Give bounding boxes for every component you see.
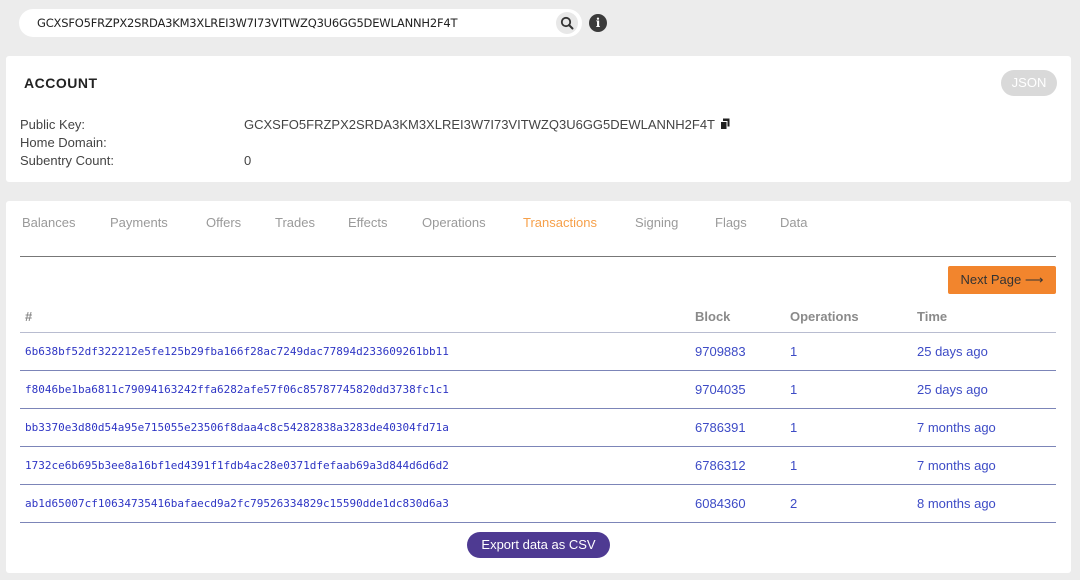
transactions-table: # Block Operations Time 6b638bf52df32221… (20, 301, 1056, 523)
tab-transactions[interactable]: Transactions (523, 215, 597, 230)
operations-count: 2 (785, 484, 912, 523)
table-row: ab1d65007cf10634735416bafaecd9a2fc795263… (20, 484, 1056, 523)
search-icon (560, 16, 574, 30)
tab-offers[interactable]: Offers (206, 215, 241, 230)
table-row: f8046be1ba6811c79094163242ffa6282afe57f0… (20, 370, 1056, 409)
header-time: Time (912, 301, 1056, 333)
search-button[interactable] (556, 12, 578, 34)
time-link[interactable]: 7 months ago (912, 446, 1056, 485)
transaction-hash-link[interactable]: f8046be1ba6811c79094163242ffa6282afe57f0… (20, 370, 690, 409)
block-link[interactable]: 6786312 (690, 446, 785, 485)
time-link[interactable]: 25 days ago (912, 370, 1056, 409)
account-title: ACCOUNT (24, 75, 98, 91)
subentry-count-label: Subentry Count: (20, 153, 114, 168)
transaction-hash-link[interactable]: ab1d65007cf10634735416bafaecd9a2fc795263… (20, 484, 690, 523)
search-input[interactable] (19, 9, 549, 37)
tab-bar: Balances Payments Offers Trades Effects … (20, 215, 1056, 257)
table-row: 1732ce6b695b3ee8a16bf1ed4391f1fdb4ac28e0… (20, 446, 1056, 485)
public-key-value: GCXSFO5FRZPX2SRDA3KM3XLREI3W7I73VITWZQ3U… (244, 117, 716, 132)
time-link[interactable]: 25 days ago (912, 332, 1056, 371)
account-card: ACCOUNT JSON Public Key: GCXSFO5FRZPX2SR… (6, 56, 1071, 182)
operations-count: 1 (785, 446, 912, 485)
search-bar (19, 9, 582, 37)
table-header-row: # Block Operations Time (20, 301, 1056, 333)
tab-payments[interactable]: Payments (110, 215, 168, 230)
info-icon[interactable]: i (589, 14, 607, 32)
transaction-hash-link[interactable]: 1732ce6b695b3ee8a16bf1ed4391f1fdb4ac28e0… (20, 446, 690, 485)
operations-count: 1 (785, 408, 912, 447)
operations-count: 1 (785, 370, 912, 409)
header-hash: # (20, 301, 690, 333)
table-row: 6b638bf52df322212e5fe125b29fba166f28ac72… (20, 332, 1056, 371)
json-button[interactable]: JSON (1001, 70, 1057, 96)
block-link[interactable]: 6084360 (690, 484, 785, 523)
tab-operations[interactable]: Operations (422, 215, 486, 230)
home-domain-label: Home Domain: (20, 135, 107, 150)
tab-data[interactable]: Data (780, 215, 807, 230)
time-link[interactable]: 8 months ago (912, 484, 1056, 523)
subentry-count-value: 0 (244, 153, 252, 168)
tab-flags[interactable]: Flags (715, 215, 747, 230)
block-link[interactable]: 9709883 (690, 332, 785, 371)
operations-count: 1 (785, 332, 912, 371)
account-details-card: Balances Payments Offers Trades Effects … (6, 201, 1071, 573)
public-key-label: Public Key: (20, 117, 86, 132)
tab-signing[interactable]: Signing (635, 215, 678, 230)
clipboard-icon[interactable] (720, 118, 730, 130)
transaction-hash-link[interactable]: bb3370e3d80d54a95e715055e23506f8daa4c8c5… (20, 408, 690, 447)
block-link[interactable]: 9704035 (690, 370, 785, 409)
tab-effects[interactable]: Effects (348, 215, 388, 230)
table-row: bb3370e3d80d54a95e715055e23506f8daa4c8c5… (20, 408, 1056, 447)
tab-balances[interactable]: Balances (22, 215, 75, 230)
time-link[interactable]: 7 months ago (912, 408, 1056, 447)
next-page-button[interactable]: Next Page ⟶ (948, 266, 1056, 294)
tab-trades[interactable]: Trades (275, 215, 315, 230)
transaction-hash-link[interactable]: 6b638bf52df322212e5fe125b29fba166f28ac72… (20, 332, 690, 371)
header-block: Block (690, 301, 785, 333)
block-link[interactable]: 6786391 (690, 408, 785, 447)
export-csv-button[interactable]: Export data as CSV (467, 532, 610, 558)
public-key-row: GCXSFO5FRZPX2SRDA3KM3XLREI3W7I73VITWZQ3U… (244, 117, 730, 132)
header-operations: Operations (785, 301, 912, 333)
